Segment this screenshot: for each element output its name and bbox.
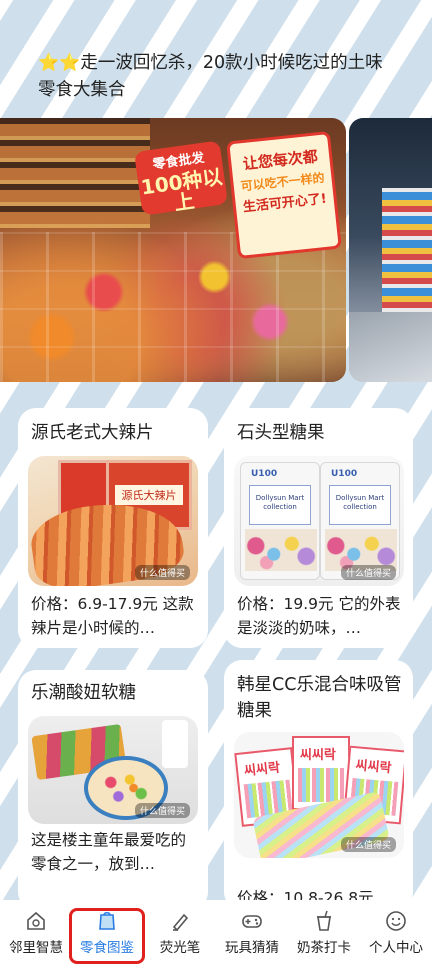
card-title: 乐潮酸妞软糖 bbox=[31, 683, 136, 703]
milk-tea-icon bbox=[313, 910, 335, 932]
active-tab-highlight bbox=[69, 908, 145, 964]
card-description: 价格：19.9元 它的外表是淡淡的奶味，… bbox=[237, 595, 401, 637]
store-badge-big: 100种以上 bbox=[139, 164, 224, 216]
snack-card-stone-candy[interactable]: 石头型糖果 U100 Dollysun Mart collection U100… bbox=[224, 408, 413, 648]
snack-card-straw-candy[interactable]: 韩星CC乐混合味吸管糖果 씨씨락 씨씨락 씨씨락 什么值得买 价格：10.8-2… bbox=[224, 660, 413, 910]
cup-graphic bbox=[162, 720, 188, 768]
tab-profile[interactable]: 个人中心 bbox=[360, 906, 432, 962]
box-text: 씨씨락 bbox=[300, 748, 336, 763]
gamepad-icon bbox=[241, 910, 263, 932]
tab-milk-tea-checkin[interactable]: 奶茶打卡 bbox=[288, 906, 360, 962]
card-title: 韩星CC乐混合味吸管糖果 bbox=[237, 675, 402, 721]
snack-card-sour-gummy[interactable]: 乐潮酸妞软糖 什么值得买 这是楼主童年最爱吃的零食之一，放到… bbox=[18, 670, 208, 910]
smiley-icon bbox=[385, 910, 407, 932]
tab-label: 个人中心 bbox=[369, 940, 423, 956]
bag-brand: U100 bbox=[331, 469, 358, 479]
house-bulb-icon bbox=[25, 910, 47, 932]
tab-neighborhood-wisdom[interactable]: 邻里智慧 bbox=[0, 906, 72, 962]
pack-label: 源氏大辣片 bbox=[115, 485, 183, 505]
snack-bins-graphic bbox=[0, 232, 346, 382]
watermark: 什么值得买 bbox=[340, 565, 396, 580]
bag-label: Dollysun Mart collection bbox=[329, 485, 391, 525]
straw-lines-graphic bbox=[298, 768, 344, 802]
banner-image-supermarket[interactable] bbox=[349, 118, 432, 382]
card-image-spicy-strips: 源氏大辣片 什么值得买 bbox=[28, 456, 198, 586]
tab-label: 荧光笔 bbox=[159, 940, 201, 956]
shelves-graphic bbox=[0, 118, 150, 228]
highlighter-icon bbox=[169, 910, 191, 932]
card-description: 这是楼主童年最爱吃的零食之一，放到… bbox=[31, 831, 187, 873]
watermark: 什么值得买 bbox=[134, 565, 190, 580]
stars-icon: ⭐⭐ bbox=[38, 53, 81, 73]
card-description: 价格：6.9-17.9元 这款辣片是小时候的… bbox=[31, 595, 194, 637]
card-title: 源氏老式大辣片 bbox=[31, 423, 154, 443]
bottom-tab-bar: 邻里智慧 零食图鉴 荧光笔 玩具猜猜 奶茶打卡 个人中心 bbox=[0, 900, 432, 964]
card-image-stone-candy: U100 Dollysun Mart collection U100 Dolly… bbox=[234, 456, 404, 586]
box-text: 씨씨락 bbox=[243, 760, 281, 780]
banner-carousel[interactable]: 零食批发 100种以上 让您每次都 可以吃不一样的 生活可开心了! bbox=[0, 118, 432, 382]
candy-pieces-graphic bbox=[245, 529, 317, 571]
card-image-straw-candy: 씨씨락 씨씨락 씨씨락 什么值得买 bbox=[234, 732, 404, 858]
watermark: 什么值得买 bbox=[134, 803, 190, 818]
article-title: ⭐⭐走一波回忆杀，20款小时候吃过的土味零食大集合 bbox=[38, 50, 398, 104]
racks-graphic bbox=[382, 188, 432, 318]
article-title-text: 走一波回忆杀，20款小时候吃过的土味零食大集合 bbox=[38, 53, 383, 100]
banner-image-snack-store[interactable]: 零食批发 100种以上 让您每次都 可以吃不一样的 生活可开心了! bbox=[0, 118, 346, 382]
tab-label: 邻里智慧 bbox=[9, 940, 63, 956]
store-badge: 零食批发 100种以上 bbox=[133, 140, 229, 216]
tab-toy-guess[interactable]: 玩具猜猜 bbox=[216, 906, 288, 962]
card-image-sour-gummy: 什么值得买 bbox=[28, 716, 198, 824]
snack-card-spicy-strips[interactable]: 源氏老式大辣片 源氏大辣片 什么值得买 价格：6.9-17.9元 这款辣片是小时… bbox=[18, 408, 208, 648]
store-sign: 让您每次都 可以吃不一样的 生活可开心了! bbox=[226, 130, 342, 260]
bag-name: Dollysun Mart collection bbox=[255, 494, 305, 511]
tab-highlighter[interactable]: 荧光笔 bbox=[144, 906, 216, 962]
bag-brand: U100 bbox=[251, 469, 278, 479]
candy-bag-graphic: U100 Dollysun Mart collection bbox=[240, 462, 320, 580]
bag-label: Dollysun Mart collection bbox=[249, 485, 311, 525]
watermark: 什么值得买 bbox=[340, 837, 396, 852]
floor-graphic bbox=[349, 312, 432, 382]
candy-bag-graphic: U100 Dollysun Mart collection bbox=[320, 462, 400, 580]
card-title: 石头型糖果 bbox=[237, 423, 325, 443]
box-text: 씨씨락 bbox=[354, 758, 393, 777]
tab-label: 玩具猜猜 bbox=[225, 940, 279, 956]
bag-name: Dollysun Mart collection bbox=[335, 494, 385, 511]
tab-label: 奶茶打卡 bbox=[297, 940, 351, 956]
